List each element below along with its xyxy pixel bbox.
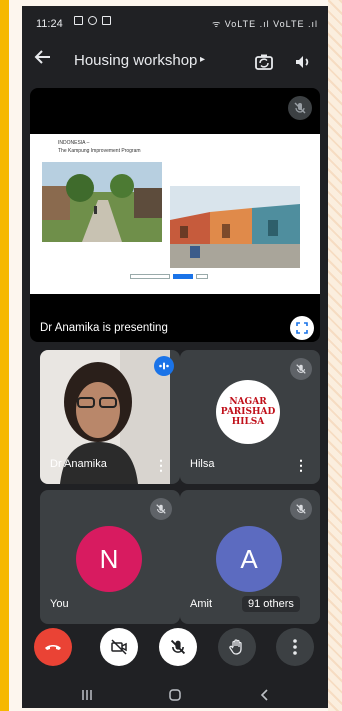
slide-heading: INDONESIA – <box>58 140 90 146</box>
participant-mic-status <box>290 498 312 520</box>
more-options-button[interactable] <box>276 628 314 666</box>
raise-hand-button[interactable] <box>218 628 256 666</box>
meeting-header: Housing workshop ▸ <box>22 42 328 82</box>
audio-wave-icon <box>159 362 169 370</box>
shared-slide: INDONESIA – The Kampung Improvement Prog… <box>30 134 320 294</box>
more-vert-icon <box>293 639 297 655</box>
slide-footer <box>130 274 208 279</box>
mic-off-icon <box>170 639 186 655</box>
presentation-tile[interactable]: INDONESIA – The Kampung Improvement Prog… <box>30 88 320 342</box>
slide-photo-houses <box>170 186 300 268</box>
participant-more-button[interactable]: ⋮ <box>154 458 168 472</box>
speaker-button[interactable] <box>293 52 313 77</box>
back-button[interactable] <box>34 48 52 72</box>
speaker-icon <box>296 56 309 68</box>
switch-camera-button[interactable] <box>254 52 274 77</box>
mic-toggle-button[interactable] <box>159 628 197 666</box>
participant-name: Dr Anamika <box>50 458 107 470</box>
left-accent-bar <box>0 0 9 711</box>
participant-name: Hilsa <box>190 458 215 470</box>
mic-off-icon <box>156 504 166 514</box>
background-pattern <box>328 0 342 711</box>
others-count-button[interactable]: 91 others <box>242 596 300 612</box>
mic-off-icon <box>296 504 306 514</box>
chevron-left-icon <box>260 689 268 701</box>
avatar: N <box>76 526 142 592</box>
gallery-notification-icon <box>74 16 83 25</box>
hand-icon <box>229 639 242 655</box>
phone-screen: 11:24 ᯤ VoLTE .ıl VoLTE .ıl Housing work… <box>22 6 328 708</box>
switch-camera-icon <box>255 54 273 70</box>
mic-off-icon <box>294 102 306 114</box>
back-nav-button[interactable] <box>258 688 272 704</box>
system-nav-bar <box>22 682 328 708</box>
meeting-title[interactable]: Housing workshop <box>74 52 197 69</box>
slide-subheading: The Kampung Improvement Program <box>58 148 141 154</box>
participant-tile-you[interactable]: N You <box>40 490 180 624</box>
phone-hangup-icon <box>45 645 61 650</box>
title-caret-icon[interactable]: ▸ <box>200 54 205 65</box>
participant-tile-dr-anamika[interactable]: Dr Anamika ⋮ <box>40 350 180 484</box>
message-notification-icon <box>88 16 97 25</box>
participant-tile-amit[interactable]: A Amit 91 others <box>180 490 320 624</box>
active-speaker-badge <box>154 356 174 376</box>
slide-photo-street <box>42 162 162 242</box>
participant-tile-hilsa[interactable]: NAGAR PARISHAD HILSA Hilsa ⋮ <box>180 350 320 484</box>
recents-icon <box>82 690 92 700</box>
camera-off-icon <box>111 639 127 655</box>
fullscreen-button[interactable] <box>290 316 314 340</box>
end-call-button[interactable] <box>34 628 72 666</box>
participant-mic-status <box>290 358 312 380</box>
presenter-mic-status <box>288 96 312 120</box>
recents-button[interactable] <box>80 688 94 704</box>
mic-off-icon <box>296 364 306 374</box>
home-icon <box>169 689 181 701</box>
arrow-left-icon <box>34 50 50 64</box>
call-controls <box>22 628 328 672</box>
participant-name: You <box>50 598 69 610</box>
home-button[interactable] <box>168 688 182 704</box>
participant-mic-status <box>150 498 172 520</box>
camera-toggle-button[interactable] <box>100 628 138 666</box>
presenting-label: Dr Anamika is presenting <box>40 322 168 334</box>
signal-status: ᯤ VoLTE .ıl VoLTE .ıl <box>212 19 318 29</box>
participant-more-button[interactable]: ⋮ <box>294 458 308 472</box>
status-time: 11:24 <box>36 18 63 30</box>
nagar-parishad-logo: NAGAR PARISHAD HILSA <box>216 380 280 444</box>
fullscreen-icon <box>296 322 308 334</box>
status-bar: 11:24 ᯤ VoLTE .ıl VoLTE .ıl <box>22 6 328 36</box>
participant-name: Amit <box>190 598 212 610</box>
avatar: A <box>216 526 282 592</box>
notification-icons <box>74 16 111 25</box>
app-notification-icon <box>102 16 111 25</box>
